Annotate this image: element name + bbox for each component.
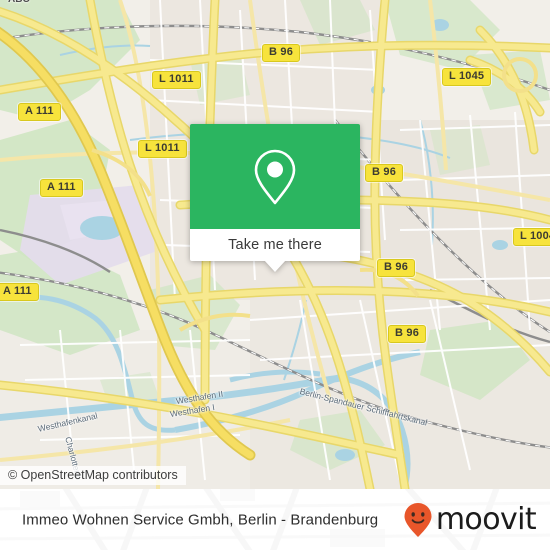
card-icon-area: [190, 124, 360, 229]
road-shield: A 111: [0, 283, 39, 301]
location-title: Immeo Wohnen Service Gmbh, Berlin - Bran…: [22, 511, 379, 528]
road-shield: B 96: [388, 325, 427, 343]
take-me-there-label: Take me there: [228, 237, 322, 253]
take-me-there-card[interactable]: Take me there: [190, 124, 360, 272]
road-shield: L 1045: [442, 68, 492, 86]
road-shield: B 96: [365, 164, 404, 182]
moovit-wordmark: moovit: [435, 501, 537, 537]
moovit-map-screenshot: ABC B 96 L 1011 L 1045 A 111 L 1011 B 96 A 111…: [0, 0, 550, 550]
osm-attribution[interactable]: © OpenStreetMap contributors: [0, 466, 186, 485]
footer-content: Immeo Wohnen Service Gmbh, Berlin - Bran…: [0, 489, 550, 550]
map-pin-icon: [254, 149, 296, 204]
moovit-brand[interactable]: moovit: [403, 501, 537, 538]
road-shield: B 96: [377, 259, 416, 277]
road-shield: A 111: [40, 179, 83, 197]
moovit-smiley-pin-icon: [404, 502, 432, 537]
road-shield: L 1011: [138, 140, 187, 158]
footer-bar: Immeo Wohnen Service Gmbh, Berlin - Bran…: [0, 489, 550, 550]
map-canvas[interactable]: ABC B 96 L 1011 L 1045 A 111 L 1011 B 96 A 111…: [0, 0, 550, 489]
road-shield: A 111: [18, 103, 61, 121]
road-shield: B 96: [262, 44, 301, 62]
road-shield: L 1004: [513, 228, 550, 246]
road-shield: L 1011: [152, 71, 201, 89]
clipped-map-label: ABC: [8, 0, 30, 5]
card-action-area[interactable]: Take me there: [190, 229, 360, 272]
card-pointer-tip: [264, 260, 286, 272]
